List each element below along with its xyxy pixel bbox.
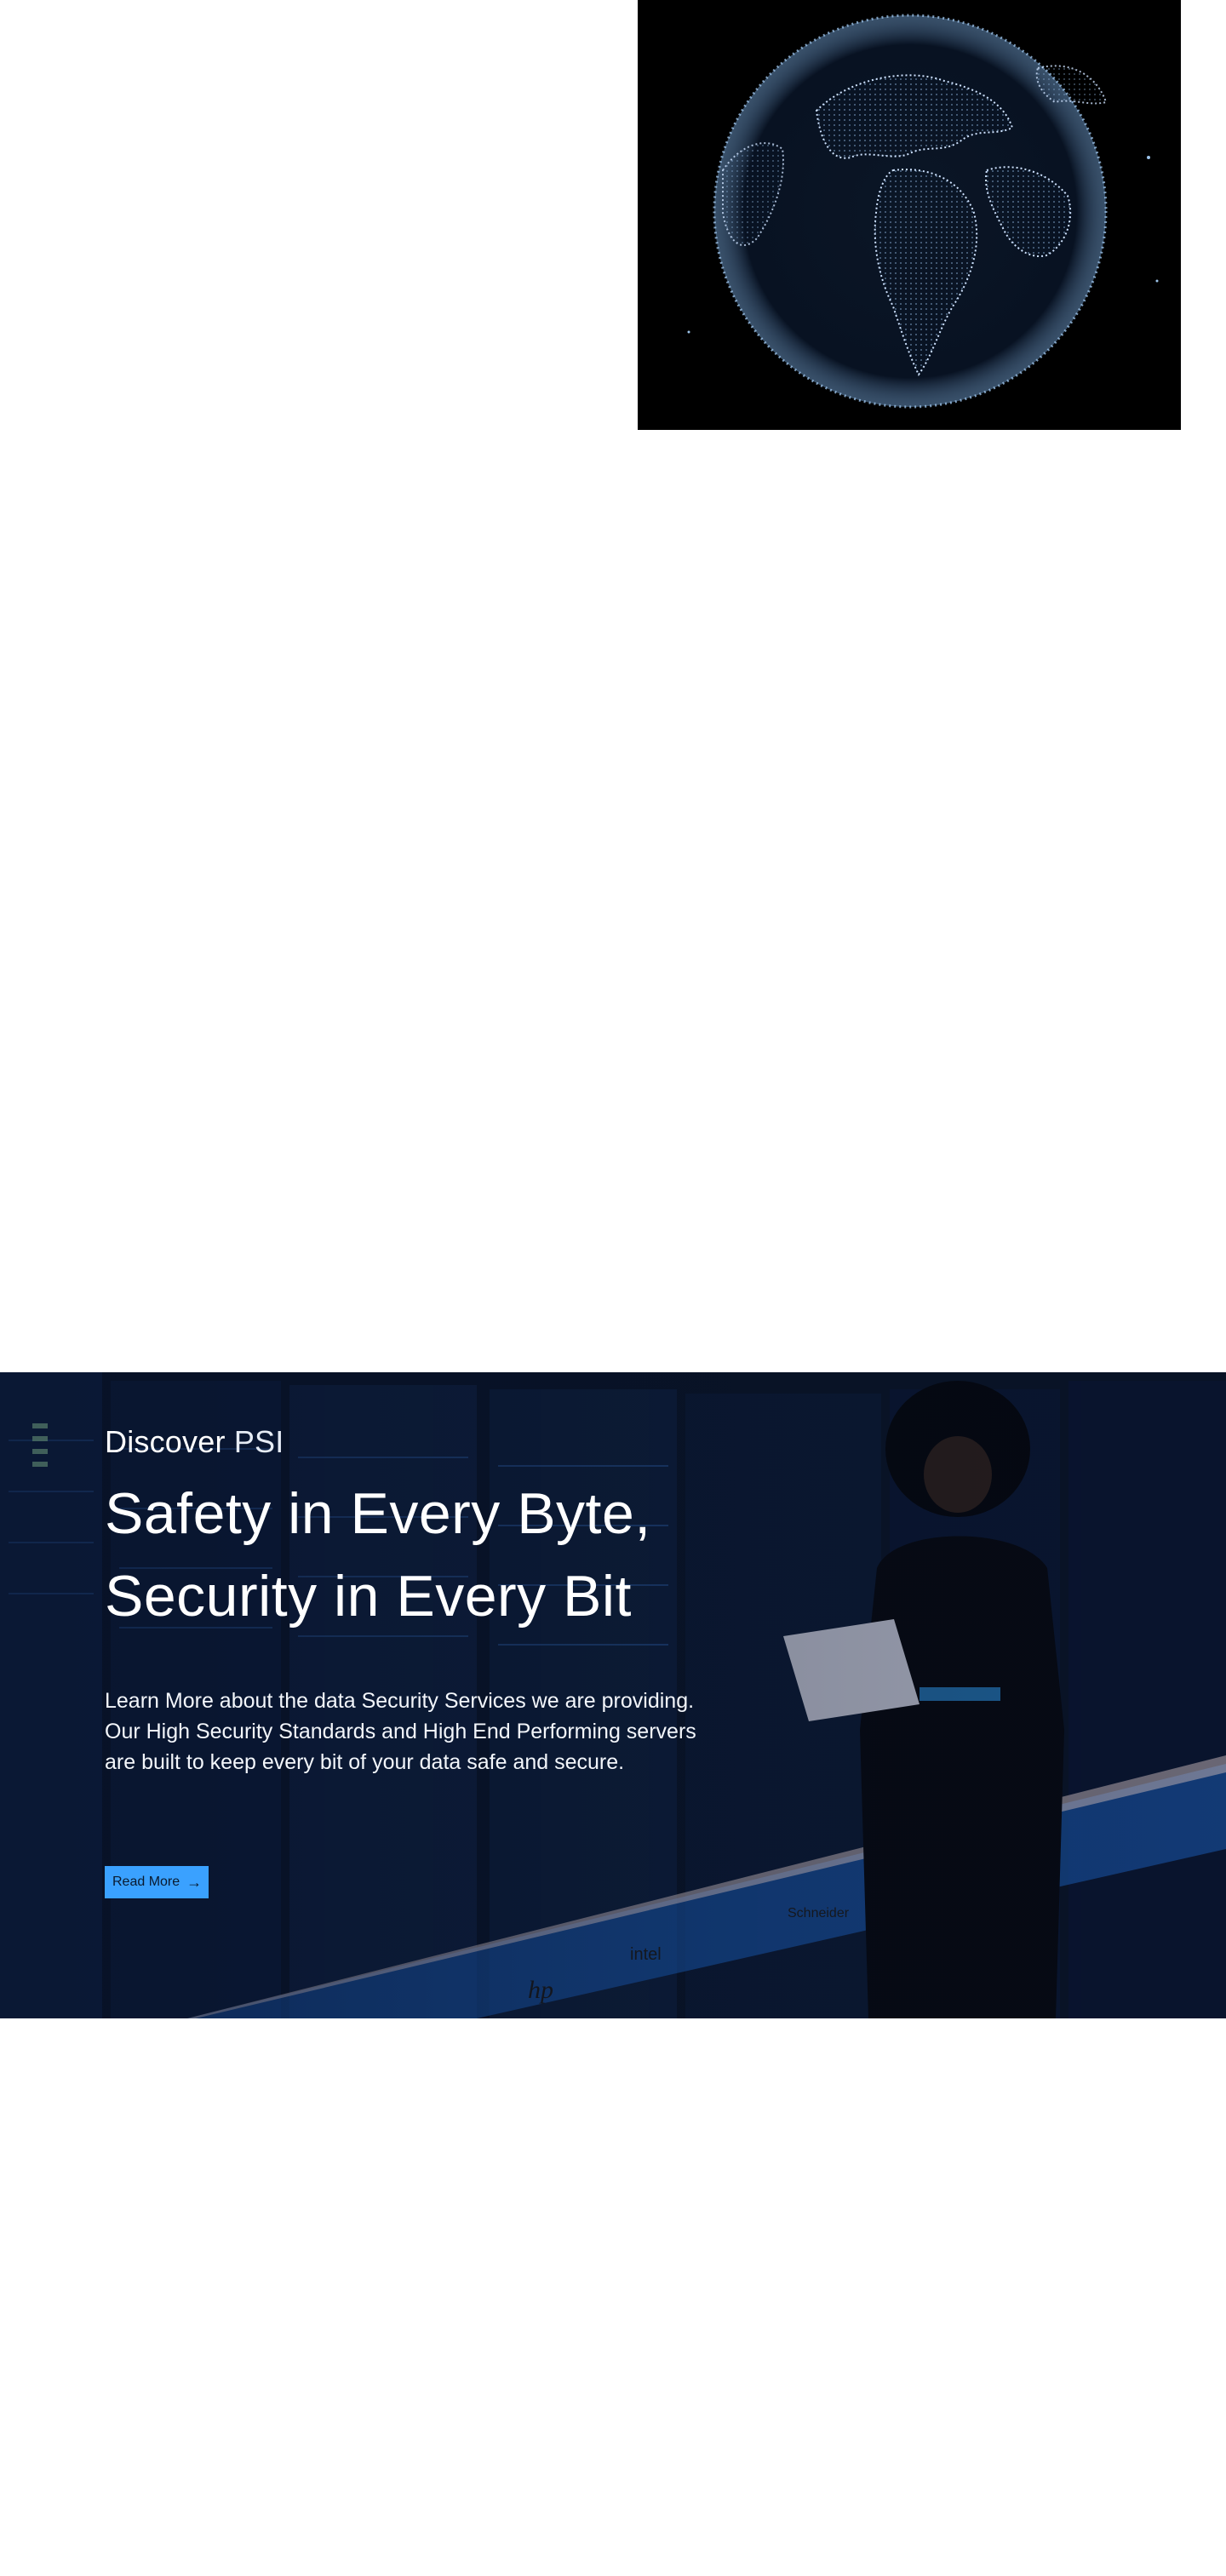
eyebrow-brand: PSI xyxy=(233,1424,284,1459)
globe-illustration xyxy=(638,0,1181,430)
read-more-button[interactable]: Read More → xyxy=(105,1866,209,1898)
hero-content: Discover PSI Safety in Every Byte, Secur… xyxy=(105,1423,718,1777)
arrow-right-icon: → xyxy=(186,1874,203,1891)
headline-line-1: Safety in Every Byte, xyxy=(105,1481,651,1546)
hero-description: Learn More about the data Security Servi… xyxy=(105,1689,696,1774)
hero-eyebrow: Discover PSI xyxy=(105,1423,718,1461)
hero-section: hp intel Schneider Discover PSI Safety i… xyxy=(0,1372,1226,2018)
hero-headline: Safety in Every Byte, Security in Every … xyxy=(105,1473,718,1638)
read-more-label: Read More xyxy=(112,1875,180,1889)
eyebrow-discover: Discover xyxy=(105,1424,226,1459)
globe-image xyxy=(638,0,1181,430)
headline-line-2: Security in Every Bit xyxy=(105,1564,632,1629)
